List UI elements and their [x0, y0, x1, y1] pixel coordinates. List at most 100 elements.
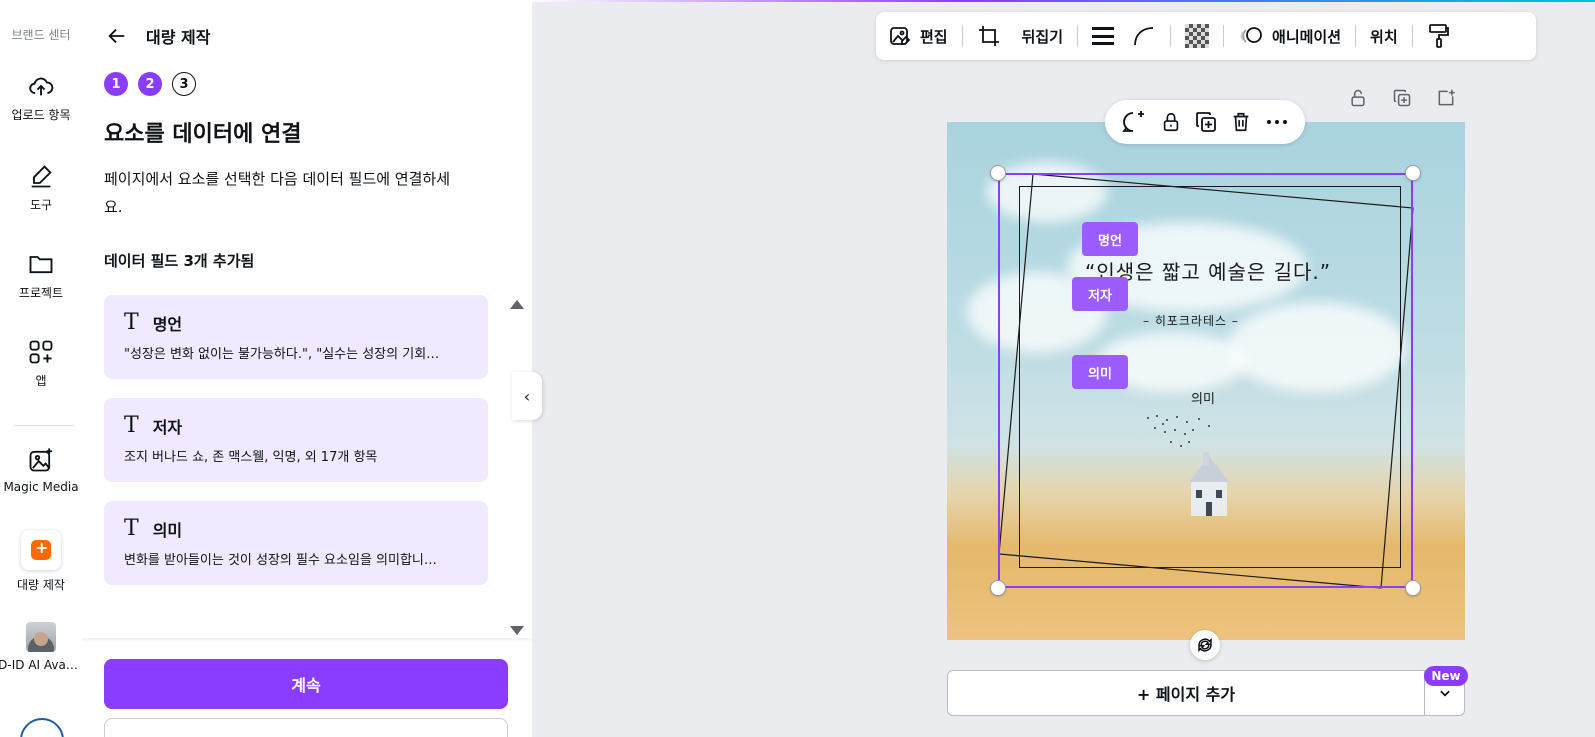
edit-label: 편집: [920, 27, 948, 46]
toolbar-divider: [1411, 25, 1413, 47]
apps-grid-icon: [29, 340, 53, 364]
new-badge: New: [1424, 666, 1468, 686]
lock-page-icon[interactable]: [1348, 88, 1368, 108]
folder-icon: [29, 256, 53, 274]
rail-item-projects[interactable]: 프로젝트: [0, 250, 82, 301]
back-arrow-icon[interactable]: [106, 25, 128, 47]
chevron-left-icon: ‹: [523, 386, 531, 406]
section-description: 페이지에서 요소를 선택한 다음 데이터 필드에 연결하세요.: [104, 170, 451, 216]
selection-box[interactable]: [998, 173, 1413, 588]
data-field-card-author[interactable]: T 저자 조지 버나드 쇼, 존 맥스웰, 익명, 외 17개 항목: [104, 398, 488, 482]
rail-more-button[interactable]: [20, 718, 64, 737]
rail-item-did-avatar[interactable]: D-ID AI Ava…: [0, 622, 82, 672]
rail-item-tools[interactable]: 도구: [0, 162, 82, 213]
toolbar-divider: [1170, 25, 1172, 47]
toolbar-divider: [1077, 25, 1079, 47]
panel-header: 대량 제작: [106, 24, 210, 48]
edit-image-button[interactable]: 편집: [888, 24, 948, 48]
page-actions: [1348, 88, 1456, 108]
animate-icon: [1240, 27, 1262, 43]
left-rail: 브랜드 센터 업로드 항목 도구 프로젝트 앱 Magic Media 대량 제…: [0, 0, 82, 737]
field-preview: 조지 버나드 쇼, 존 맥스웰, 익명, 외 17개 항목: [124, 450, 378, 465]
text-type-icon: T: [124, 516, 139, 541]
step-3: 3: [172, 72, 196, 96]
element-floating-toolbar: [1105, 100, 1305, 144]
data-field-card-meaning[interactable]: T 의미 변화를 받아들이는 것이 성장의 필수 요소임을 의미합니…: [104, 501, 488, 585]
field-name: 저자: [152, 418, 183, 437]
rail-label: 업로드 항목: [11, 108, 71, 122]
avatar-icon: [26, 622, 56, 652]
chevron-down-icon: [1439, 690, 1450, 697]
corner-rounding-button[interactable]: [1132, 24, 1156, 48]
rail-label: 앱: [35, 374, 47, 388]
context-toolbar: 편집 뒤집기 애니메이션 위치: [876, 12, 1536, 60]
edit-image-icon: [890, 27, 911, 45]
field-preview: "성장은 변화 없이는 불가능하다.", "실수는 성장의 기회…: [124, 347, 440, 362]
secondary-button[interactable]: [104, 718, 508, 737]
add-page-button[interactable]: + 페이지 추가: [948, 671, 1424, 715]
bulk-create-panel: 대량 제작 1 2 3 요소를 데이터에 연결 페이지에서 요소를 선택한 다음…: [82, 0, 532, 737]
rail-label: Magic Media: [3, 480, 79, 494]
comment-add-icon[interactable]: [1121, 110, 1147, 134]
data-field-card-quote[interactable]: T 명언 "성장은 변화 없이는 불가능하다.", "실수는 성장의 기회…: [104, 295, 488, 379]
trash-icon[interactable]: [1230, 110, 1252, 134]
border-style-button[interactable]: [1092, 27, 1115, 45]
crop-icon: [978, 26, 999, 46]
field-count-label: 데이터 필드 3개 추가됨: [104, 252, 255, 270]
position-label: 위치: [1370, 27, 1398, 46]
animate-label: 애니메이션: [1272, 27, 1342, 46]
toolbar-divider: [961, 25, 963, 47]
section-heading: 요소를 데이터에 연결: [104, 122, 302, 147]
toolbar-divider: [1355, 25, 1357, 47]
rotate-handle[interactable]: [1190, 630, 1220, 660]
corner-curve-icon: [1134, 27, 1154, 46]
resize-handle-bottom-right[interactable]: [1405, 580, 1421, 596]
border-lines-icon: [1092, 27, 1115, 45]
rail-item-apps[interactable]: 앱: [0, 338, 82, 389]
crop-button[interactable]: [977, 24, 1001, 48]
animate-button[interactable]: 애니메이션: [1238, 24, 1341, 48]
duplicate-icon[interactable]: [1194, 110, 1218, 134]
add-page-control: + 페이지 추가: [947, 670, 1465, 716]
toolbar-divider: [1223, 25, 1225, 47]
text-type-icon: T: [124, 413, 139, 438]
lock-icon[interactable]: [1160, 110, 1182, 134]
rail-label: 도구: [29, 198, 53, 212]
bulk-create-icon: [21, 530, 61, 570]
resize-handle-top-left[interactable]: [990, 165, 1006, 181]
resize-handle-bottom-left[interactable]: [990, 580, 1006, 596]
brand-center-label[interactable]: 브랜드 센터: [0, 26, 82, 43]
more-options-icon[interactable]: [1265, 110, 1289, 134]
rail-divider: [14, 425, 74, 426]
panel-title: 대량 제작: [146, 28, 211, 47]
step-2: 2: [138, 72, 162, 96]
transparency-icon: [1185, 24, 1210, 48]
collapse-panel-button[interactable]: ‹: [512, 372, 542, 420]
rail-item-bulk-create[interactable]: 대량 제작: [0, 530, 82, 593]
rail-item-magic-media[interactable]: Magic Media: [0, 446, 82, 494]
step-indicator: 1 2 3: [104, 72, 196, 96]
rail-label: 대량 제작: [17, 578, 65, 592]
continue-button[interactable]: 계속: [104, 659, 508, 709]
field-name: 의미: [152, 521, 183, 540]
scroll-down-arrow[interactable]: [510, 626, 524, 635]
flip-label: 뒤집기: [1021, 27, 1064, 46]
pen-tool-icon: [31, 165, 52, 188]
duplicate-page-icon[interactable]: [1392, 88, 1412, 108]
resize-handle-top-right[interactable]: [1405, 165, 1421, 181]
field-name: 명언: [152, 315, 183, 334]
position-button[interactable]: 위치: [1370, 26, 1398, 47]
step-1: 1: [104, 72, 128, 96]
text-type-icon: T: [124, 310, 139, 335]
rail-item-uploads[interactable]: 업로드 항목: [0, 72, 82, 123]
panel-footer-shadow: [82, 638, 532, 642]
copy-style-button[interactable]: [1427, 23, 1451, 49]
cloud-upload-icon: [29, 77, 54, 96]
flip-button[interactable]: 뒤집기: [1022, 26, 1063, 47]
scroll-up-arrow[interactable]: [510, 300, 524, 309]
magic-media-icon: [29, 448, 53, 472]
transparency-button[interactable]: [1185, 24, 1210, 48]
field-preview: 변화를 받아들이는 것이 성장의 필수 요소임을 의미합니…: [124, 553, 437, 568]
rotate-icon: [1198, 637, 1212, 653]
add-page-icon[interactable]: [1436, 88, 1456, 108]
